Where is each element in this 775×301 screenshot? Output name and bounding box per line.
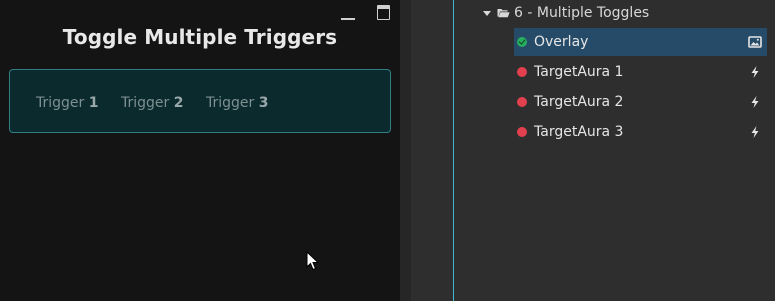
tree-item-targetaura-2[interactable]: TargetAura 2 (514, 88, 767, 116)
lightning-icon (751, 126, 759, 138)
tree-item-targetaura-3[interactable]: TargetAura 3 (514, 118, 767, 146)
maximize-icon[interactable] (376, 4, 392, 20)
status-ok-icon (517, 37, 527, 47)
tree-guide-line (453, 0, 454, 301)
chevron-down-icon[interactable] (483, 10, 491, 16)
trigger-number: 3 (258, 95, 269, 111)
tree-item-label: TargetAura 3 (534, 124, 624, 140)
tree-group-label: 6 - Multiple Toggles (514, 5, 650, 21)
tree-item-overlay[interactable]: Overlay (514, 28, 767, 56)
preview-panel: Toggle Multiple Triggers Trigger 1 Trigg… (0, 0, 400, 301)
folder-open-icon (497, 8, 510, 18)
tree-item-label: Overlay (534, 34, 589, 50)
tree-item-label: TargetAura 2 (534, 94, 624, 110)
status-error-icon (517, 97, 527, 107)
status-error-icon (517, 67, 527, 77)
mouse-cursor-icon (306, 251, 320, 271)
minimize-icon[interactable] (340, 4, 356, 20)
trigger-3-button[interactable]: Trigger 3 (206, 95, 269, 111)
tree-item-label: TargetAura 1 (534, 64, 624, 80)
trigger-label: Trigger (121, 95, 170, 111)
trigger-label: Trigger (36, 95, 85, 111)
lightning-icon (751, 96, 759, 108)
trigger-1-button[interactable]: Trigger 1 (36, 95, 99, 111)
app-root: Toggle Multiple Triggers Trigger 1 Trigg… (0, 0, 775, 301)
tree-item-targetaura-1[interactable]: TargetAura 1 (514, 58, 767, 86)
preview-title: Toggle Multiple Triggers (62, 25, 338, 49)
tree-panel: 6 - Multiple Toggles Overlay TargetAura … (411, 0, 775, 301)
trigger-number: 2 (173, 95, 184, 111)
tree-group-multiple-toggles[interactable]: 6 - Multiple Toggles (483, 3, 649, 23)
trigger-2-button[interactable]: Trigger 2 (121, 95, 184, 111)
trigger-container: Trigger 1 Trigger 2 Trigger 3 (9, 69, 391, 133)
image-icon (748, 36, 762, 48)
trigger-number: 1 (88, 95, 99, 111)
status-error-icon (517, 127, 527, 137)
trigger-label: Trigger (206, 95, 255, 111)
panel-splitter[interactable] (400, 0, 411, 301)
lightning-icon (751, 66, 759, 78)
